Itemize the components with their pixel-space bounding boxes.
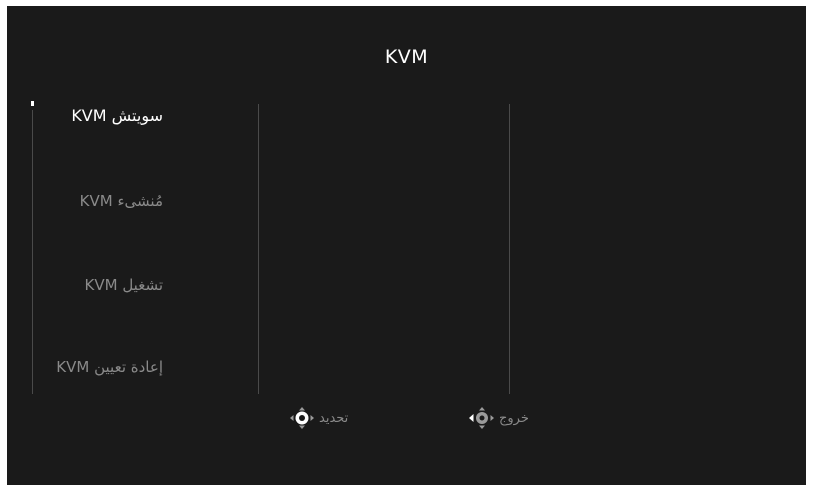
column-divider-2	[509, 104, 510, 394]
menu-item-kvm-reset[interactable]: إعادة تعيين KVM	[56, 358, 163, 376]
menu-item-kvm-enable[interactable]: تشغيل KVM	[85, 276, 164, 294]
joystick-left-icon	[469, 407, 494, 429]
hint-select-label: تحديد	[319, 410, 349, 426]
menu-left-border	[32, 110, 33, 394]
hint-select: تحديد	[289, 406, 348, 430]
joystick-press-icon	[290, 407, 314, 429]
menu-item-kvm-wizard[interactable]: مُنشىء KVM	[80, 192, 163, 210]
selection-indicator	[31, 101, 34, 106]
menu-item-kvm-switch[interactable]: سويتش KVM	[71, 106, 163, 125]
hint-exit: خروج	[469, 406, 529, 430]
hint-exit-label: خروج	[499, 410, 529, 426]
column-divider-1	[258, 104, 259, 394]
menu-title: KVM	[384, 46, 429, 68]
osd-menu-panel: KVM سويتش KVM مُنشىء KVM تشغيل KVM إعادة…	[7, 6, 806, 485]
